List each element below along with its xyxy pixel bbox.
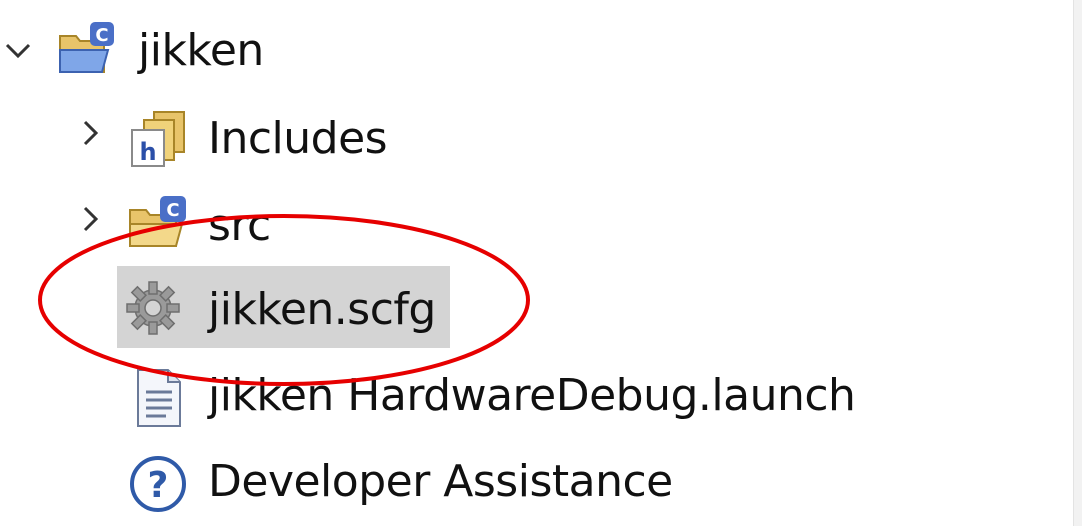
c-source-folder-icon: C [126, 190, 190, 254]
c-project-folder-icon: C [54, 20, 118, 84]
tree-item-label[interactable]: src [208, 200, 271, 251]
tree-item-label[interactable]: Developer Assistance [208, 456, 673, 507]
svg-text:h: h [139, 138, 156, 166]
chevron-right-icon[interactable] [76, 204, 106, 234]
file-icon [126, 366, 190, 430]
tree-item-label[interactable]: jikken HardwareDebug.launch [208, 370, 856, 421]
scrollbar-track[interactable] [1073, 0, 1082, 526]
svg-text:?: ? [148, 465, 169, 506]
project-label[interactable]: jikken [138, 25, 264, 76]
help-icon: ? [126, 452, 190, 516]
tree-item-label[interactable]: Includes [208, 113, 388, 164]
svg-text:C: C [95, 25, 108, 46]
chevron-right-icon[interactable] [76, 118, 106, 148]
tree-item-label[interactable]: jikken.scfg [208, 284, 436, 335]
chevron-down-icon[interactable] [3, 36, 33, 66]
svg-text:C: C [166, 200, 179, 221]
gear-icon [121, 276, 185, 340]
project-explorer-tree: C jikken h Includes C src jikken.scfg ji… [0, 0, 1082, 526]
includes-icon: h [126, 108, 190, 172]
